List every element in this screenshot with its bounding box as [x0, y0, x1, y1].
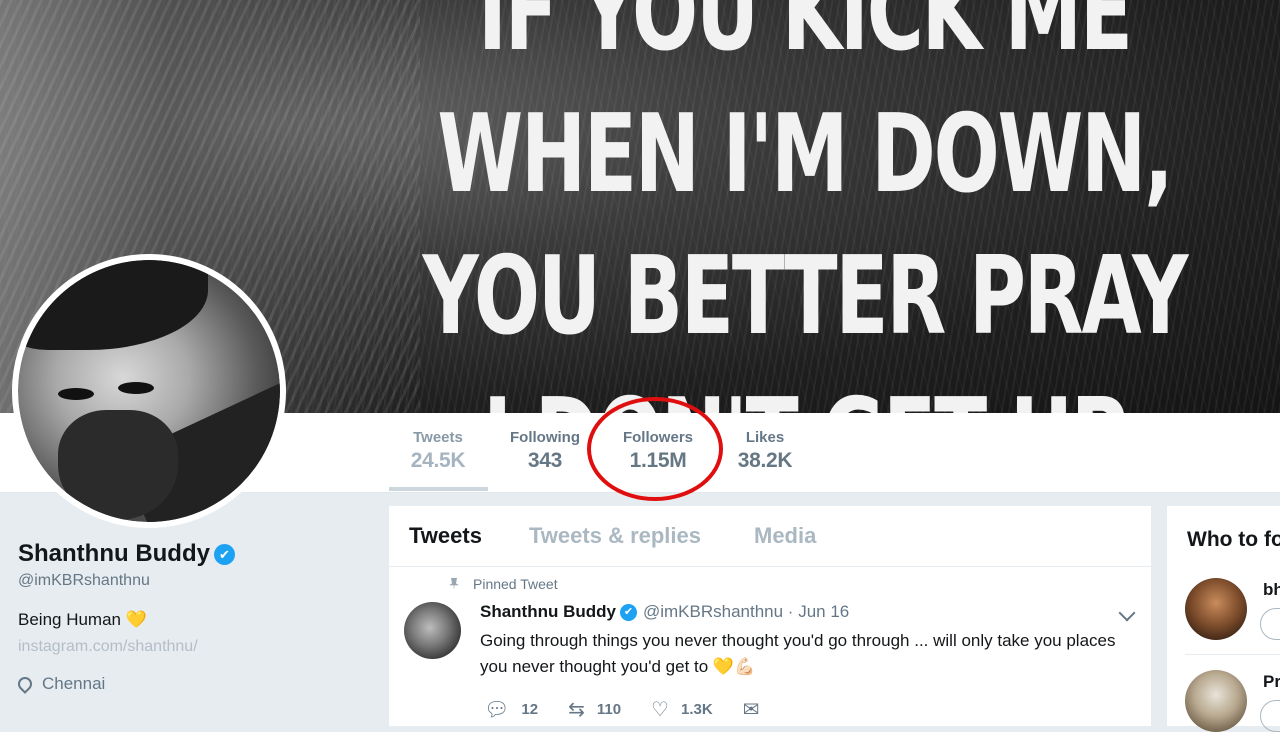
reply-icon: 💬︎: [484, 699, 510, 721]
banner-quote-line: WHEN I'M DOWN,: [437, 92, 1173, 217]
reply-button[interactable]: 💬︎ 12: [484, 697, 538, 722]
like-count: 1.3K: [680, 701, 713, 718]
chevron-down-icon[interactable]: [1118, 604, 1136, 622]
follow-button[interactable]: [1260, 700, 1280, 732]
profile-bio: Being Human 💛: [18, 610, 358, 630]
heart-icon: ♡: [651, 699, 669, 721]
like-button[interactable]: ♡ 1.3K: [651, 697, 713, 722]
tab-tweets[interactable]: Tweets: [409, 523, 482, 549]
pinned-label-row: Pinned Tweet: [449, 576, 558, 592]
verified-badge-icon: ✔: [619, 603, 637, 621]
profile-website-link[interactable]: instagram.com/shanthnu/: [18, 638, 358, 656]
active-stat-underline: [389, 487, 488, 491]
tweet-header: Shanthnu Buddy ✔ @imKBRshanthnu · Jun 16: [480, 602, 849, 622]
stat-value: 343: [527, 449, 563, 472]
stat-label: Following: [510, 429, 580, 446]
stat-value: 38.2K: [737, 449, 793, 472]
stat-label: Likes: [745, 429, 785, 446]
suggestion-avatar[interactable]: [1185, 578, 1247, 640]
stat-likes[interactable]: Likes 38.2K: [731, 429, 799, 473]
pinned-label: Pinned Tweet: [473, 576, 558, 592]
tweet-author-name[interactable]: Shanthnu Buddy: [480, 602, 616, 622]
banner-quote-line: IF YOU KICK ME: [477, 0, 1133, 75]
banner-quote: IF YOU KICK ME WHEN I'M DOWN, YOU BETTER…: [340, 0, 1189, 413]
tweet-avatar[interactable]: [404, 602, 461, 659]
profile-name[interactable]: Shanthnu Buddy: [18, 540, 210, 568]
stat-label: Followers: [622, 429, 693, 446]
retweet-icon: ⇆: [568, 699, 585, 721]
tweet-actions: 💬︎ 12 ⇆ 110 ♡ 1.3K ✉: [484, 697, 801, 722]
who-to-follow-title: Who to follow: [1187, 528, 1280, 551]
banner-quote-line: I DON'T GET UP: [340, 368, 1269, 413]
suggestion-name[interactable]: bh: [1263, 580, 1280, 600]
yellow-heart-icon: 💛: [125, 610, 147, 629]
tab-media[interactable]: Media: [754, 523, 816, 549]
banner-quote-line: YOU BETTER PRAY: [422, 234, 1189, 359]
stat-followers[interactable]: Followers 1.15M: [617, 429, 699, 473]
location-text: Chennai: [42, 674, 106, 693]
who-to-follow-panel: Who to follow bh Pr: [1167, 506, 1280, 732]
retweet-button[interactable]: ⇆ 110: [568, 697, 621, 722]
timeline: Tweets Tweets & replies Media Pinned Twe…: [389, 506, 1151, 726]
profile-handle[interactable]: @imKBRshanthnu: [18, 572, 358, 590]
suggestion-divider: [1185, 654, 1280, 655]
tweet-text: Going through things you never thought y…: [480, 631, 1116, 676]
reply-count: 12: [521, 701, 539, 718]
direct-message-button[interactable]: ✉: [743, 697, 772, 722]
envelope-icon: ✉: [742, 699, 760, 721]
suggestion-avatar[interactable]: [1185, 670, 1247, 732]
follow-button[interactable]: [1260, 608, 1280, 640]
stat-following[interactable]: Following 343: [505, 429, 585, 473]
tab-tweets-and-replies[interactable]: Tweets & replies: [529, 523, 701, 549]
stat-value: 1.15M: [629, 449, 687, 472]
verified-badge-icon: ✔: [213, 543, 235, 565]
stat-value: 24.5K: [410, 449, 466, 472]
retweet-count: 110: [596, 701, 622, 718]
pin-icon: [449, 578, 459, 590]
bio-text: Being Human: [18, 610, 122, 629]
profile-location: Chennai: [15, 674, 358, 694]
profile-card: Shanthnu Buddy ✔ @imKBRshanthnu Being Hu…: [15, 540, 358, 694]
profile-name-row: Shanthnu Buddy ✔: [18, 540, 358, 568]
stat-label: Tweets: [413, 429, 463, 446]
tweet-handle-date[interactable]: @imKBRshanthnu · Jun 16: [643, 602, 849, 622]
profile-avatar[interactable]: [12, 254, 286, 528]
timeline-tabs: Tweets Tweets & replies Media: [389, 506, 1151, 567]
suggestion-name[interactable]: Pr: [1263, 672, 1280, 692]
avatar-photo: [18, 260, 280, 522]
location-pin-icon: [15, 674, 35, 694]
stat-tweets[interactable]: Tweets 24.5K: [408, 429, 468, 473]
